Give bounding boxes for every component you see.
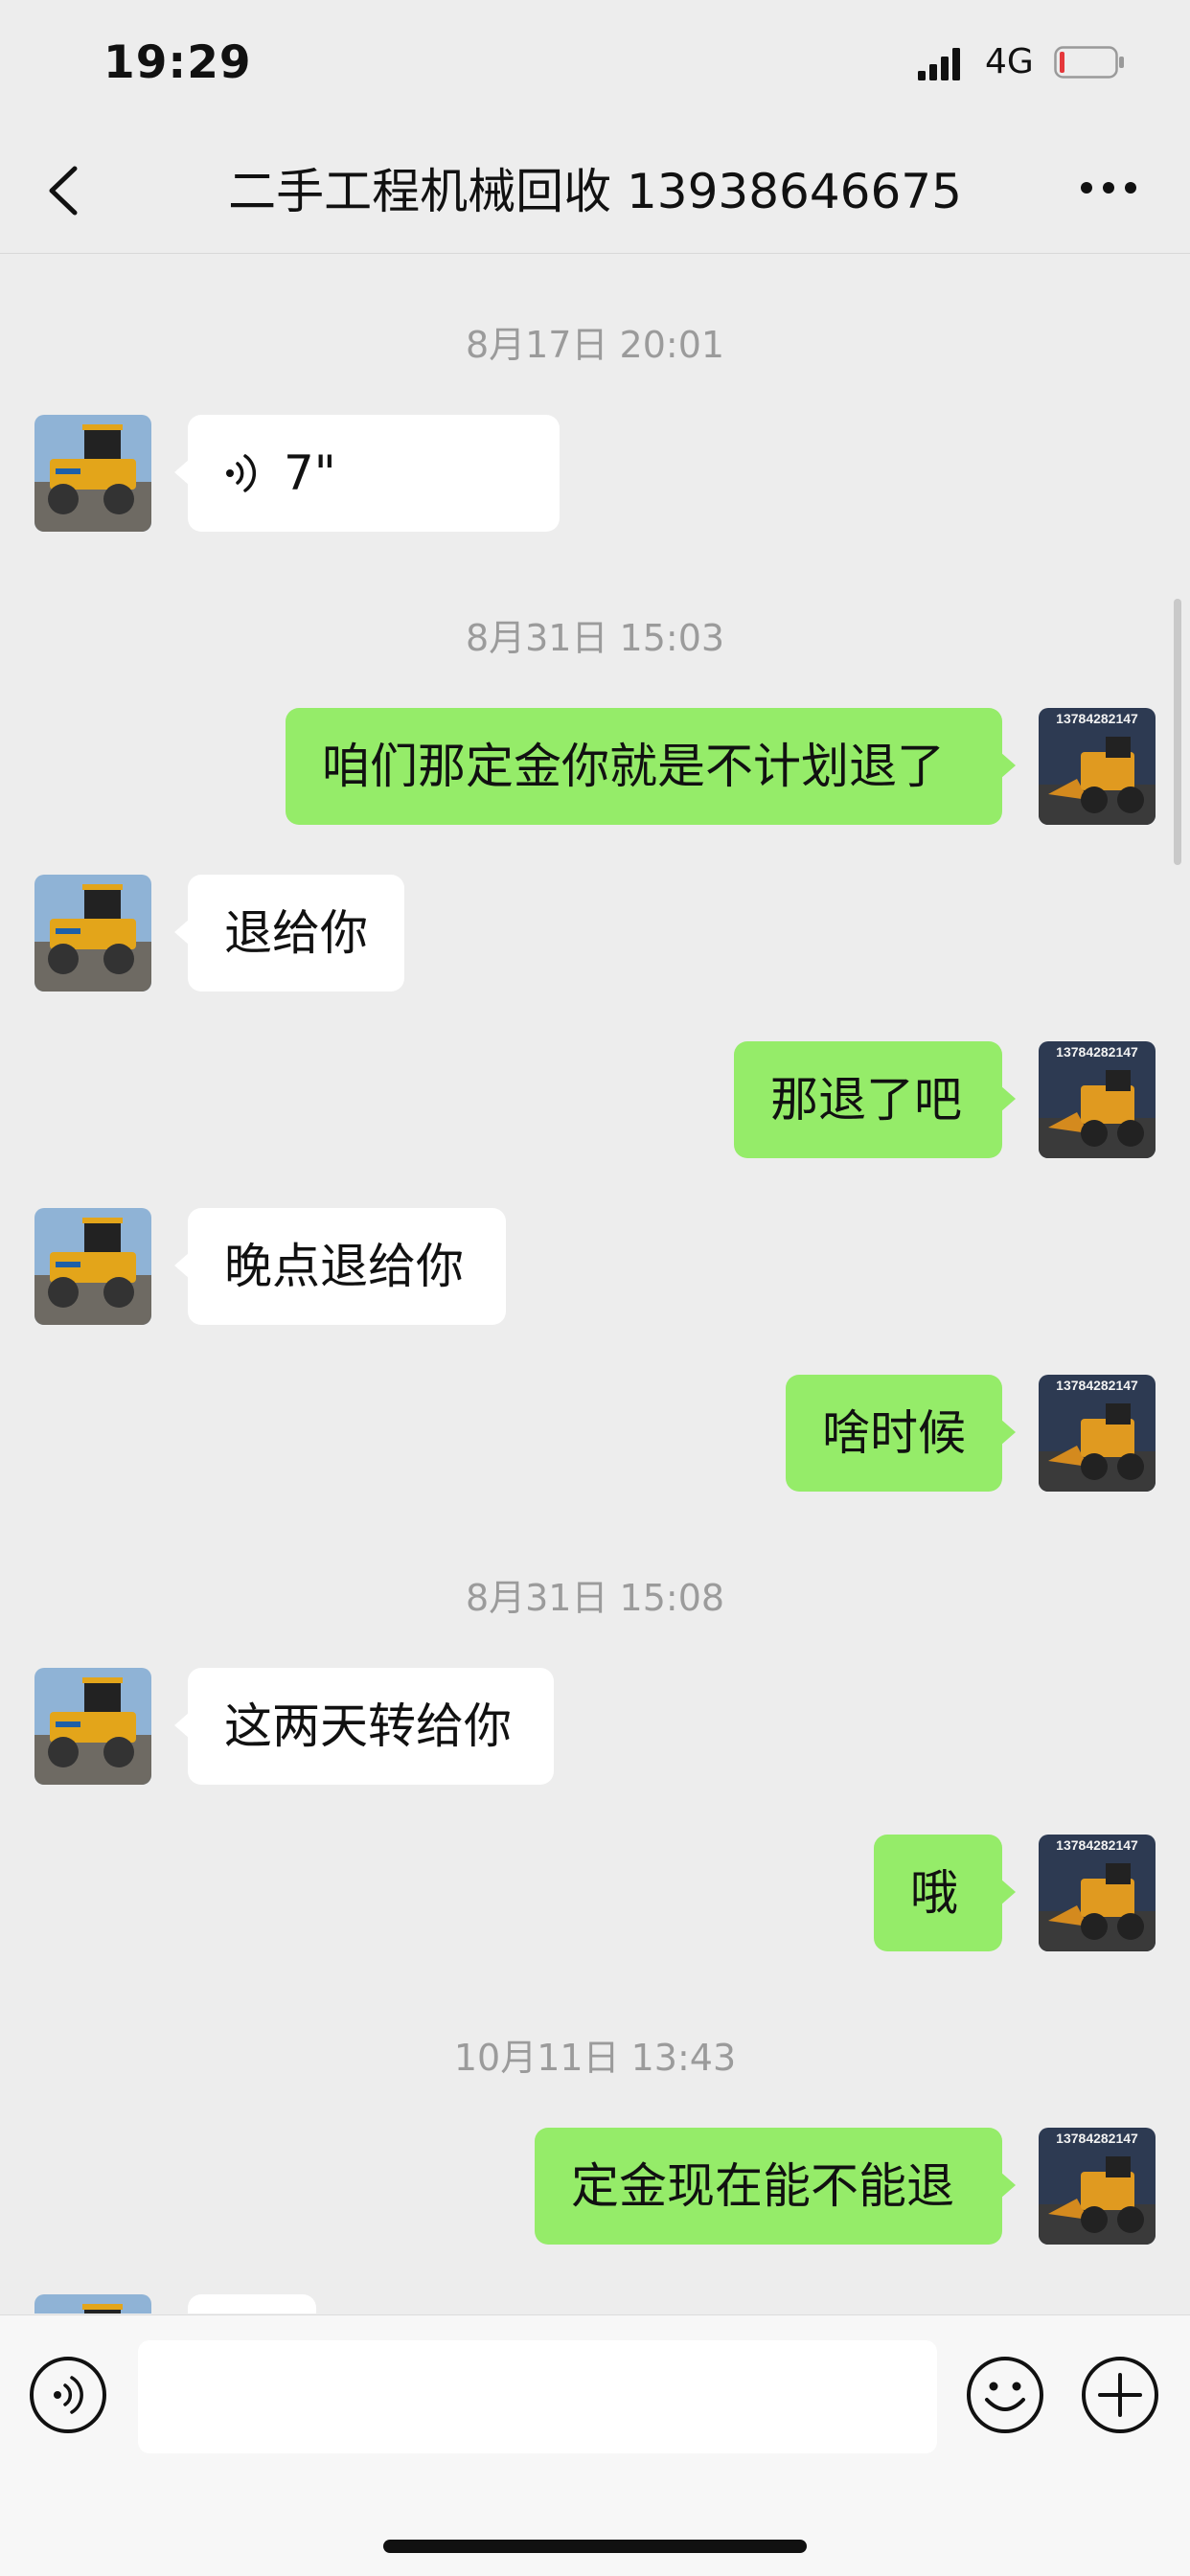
contact-avatar[interactable] <box>34 875 151 992</box>
network-type: 4G <box>985 42 1034 81</box>
timestamp: 8月31日 15:08 <box>465 1577 725 1619</box>
my-avatar[interactable]: 13784282147 <box>1039 1835 1156 1951</box>
plus-icon[interactable] <box>1081 2356 1159 2434</box>
message-input[interactable] <box>138 2340 937 2453</box>
avatar-label: 13784282147 <box>1056 1378 1138 1393</box>
status-time: 19:29 <box>103 36 252 89</box>
chat-title: 二手工程机械回收 13938646675 <box>228 164 962 219</box>
status-bar: 19:29 4G <box>0 0 1190 126</box>
my-avatar[interactable]: 13784282147 <box>1039 708 1156 825</box>
back-icon[interactable] <box>42 163 84 218</box>
home-indicator[interactable] <box>383 2540 807 2553</box>
emoji-icon[interactable] <box>966 2356 1044 2434</box>
avatar-label: 13784282147 <box>1056 711 1138 726</box>
timestamp: 8月31日 15:03 <box>465 617 725 659</box>
avatar-label: 13784282147 <box>1056 2131 1138 2146</box>
incoming-message[interactable]: 这两天转给你 <box>174 1668 554 1785</box>
voice-input-icon[interactable] <box>29 2356 107 2434</box>
voice-wave-icon <box>226 454 257 492</box>
chat-area[interactable]: 8月17日 20:01 7" 8月31日 15:03 咱们那定金你就是不计划退了 <box>0 254 1190 2314</box>
voice-message-bubble[interactable]: 7" <box>174 415 560 532</box>
outgoing-message[interactable]: 咱们那定金你就是不计划退了 <box>286 708 1016 825</box>
loader-avatar-image: 13784282147 <box>1039 1041 1156 1158</box>
more-options-icon[interactable] <box>1079 176 1138 199</box>
contact-avatar[interactable] <box>34 2294 151 2314</box>
loader-avatar-image: 13784282147 <box>1039 2128 1156 2245</box>
timestamp: 10月11日 13:43 <box>453 2037 737 2079</box>
outgoing-message[interactable]: 定金现在能不能退 <box>535 2128 1016 2245</box>
incoming-message[interactable]: 晚点退给你 <box>174 1208 506 1325</box>
road-roller-avatar-image <box>34 2294 151 2314</box>
cellular-signal-icon <box>918 48 960 80</box>
my-avatar[interactable]: 13784282147 <box>1039 1041 1156 1158</box>
outgoing-message[interactable]: 啥时候 <box>786 1375 1016 1492</box>
road-roller-avatar-image <box>34 415 151 532</box>
battery-icon <box>1054 46 1124 79</box>
loader-avatar-image: 13784282147 <box>1039 1375 1156 1492</box>
outgoing-message[interactable]: 哦 <box>874 1835 1016 1951</box>
avatar-label: 13784282147 <box>1056 1044 1138 1060</box>
my-avatar[interactable]: 13784282147 <box>1039 1375 1156 1492</box>
voice-duration: 7" <box>284 445 336 501</box>
nav-bar: 二手工程机械回收 13938646675 <box>0 126 1190 254</box>
contact-avatar[interactable] <box>34 1668 151 1785</box>
avatar-label: 13784282147 <box>1056 1837 1138 1853</box>
road-roller-avatar-image <box>34 1668 151 1785</box>
incoming-message[interactable]: 退给你 <box>174 875 404 992</box>
contact-avatar[interactable] <box>34 1208 151 1325</box>
timestamp: 8月17日 20:01 <box>465 324 725 366</box>
input-bar <box>0 2314 1190 2576</box>
road-roller-avatar-image <box>34 1208 151 1325</box>
outgoing-message[interactable]: 那退了吧 <box>734 1041 1016 1158</box>
loader-avatar-image: 13784282147 <box>1039 708 1156 825</box>
my-avatar[interactable]: 13784282147 <box>1039 2128 1156 2245</box>
road-roller-avatar-image <box>34 875 151 992</box>
incoming-message-partial[interactable] <box>188 2294 316 2314</box>
loader-avatar-image: 13784282147 <box>1039 1835 1156 1951</box>
contact-avatar[interactable] <box>34 415 151 532</box>
